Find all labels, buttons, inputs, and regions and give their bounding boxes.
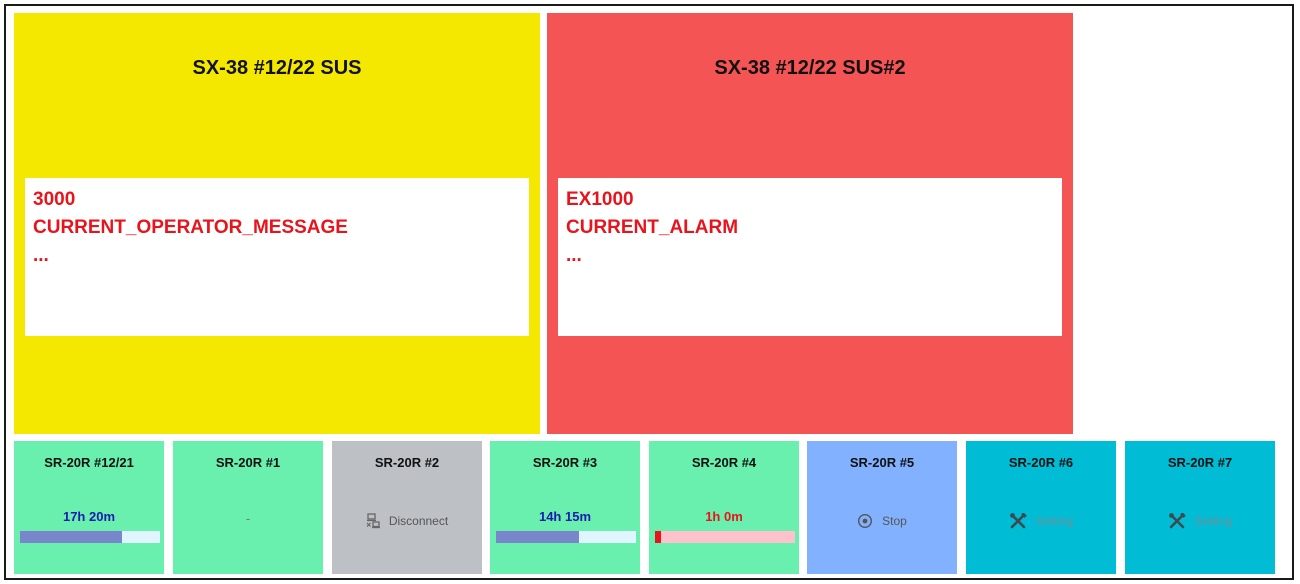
status-line: Setting xyxy=(966,513,1116,529)
tile-name: SR-20R #6 xyxy=(1008,455,1074,470)
machine-tile-5[interactable]: SR-20R #5 Stop xyxy=(807,441,957,574)
status-line: Disconnect xyxy=(332,513,482,529)
message-text: CURRENT_OPERATOR_MESSAGE xyxy=(33,217,348,238)
machine-title: SX-38 #12/22 SUS xyxy=(192,57,362,79)
tile-name: SR-20R #7 xyxy=(1167,455,1233,470)
remaining-time: 1h 0m xyxy=(705,509,743,524)
remaining-time: 17h 20m xyxy=(62,509,116,524)
progress-fill xyxy=(496,531,579,543)
progress-bar xyxy=(655,531,795,543)
progress-bar xyxy=(496,531,636,543)
status-text: Setting xyxy=(1035,514,1074,528)
progress-bar xyxy=(20,531,160,543)
machine-tile-2[interactable]: SR-20R #2 Disconnect xyxy=(332,441,482,574)
message-box: 3000 CURRENT_OPERATOR_MESSAGE ... xyxy=(25,178,529,336)
status-line: Stop xyxy=(807,513,957,529)
machine-panel-main-2[interactable]: SX-38 #12/22 SUS#2 EX1000 CURRENT_ALARM … xyxy=(547,13,1073,434)
status-text: Disconnect xyxy=(388,514,449,528)
tile-name: SR-20R #2 xyxy=(374,455,440,470)
stop-icon xyxy=(857,513,873,529)
tile-name: SR-20R #4 xyxy=(691,455,757,470)
machine-title: SX-38 #12/22 SUS#2 xyxy=(714,57,906,79)
machine-panel-main-1[interactable]: SX-38 #12/22 SUS 3000 CURRENT_OPERATOR_M… xyxy=(14,13,540,434)
tools-icon xyxy=(1009,513,1027,529)
machine-tile-1[interactable]: SR-20R #1 - xyxy=(173,441,323,574)
status-text: Setting xyxy=(1194,514,1233,528)
alarm-text: CURRENT_ALARM xyxy=(566,217,739,238)
machine-tile-0[interactable]: SR-20R #12/21 17h 20m xyxy=(14,441,164,574)
status-line: Setting xyxy=(1125,513,1275,529)
progress-fill xyxy=(655,531,661,543)
progress-fill xyxy=(20,531,123,543)
tile-name: SR-20R #5 xyxy=(849,455,915,470)
alarm-box: EX1000 CURRENT_ALARM ... xyxy=(558,178,1062,336)
remaining-time: 14h 15m xyxy=(538,509,592,524)
machine-tile-7[interactable]: SR-20R #7 Setting xyxy=(1125,441,1275,574)
remaining-time: - xyxy=(245,511,251,526)
tile-name: SR-20R #3 xyxy=(532,455,598,470)
alarm-code: EX1000 xyxy=(566,189,634,210)
message-code: 3000 xyxy=(33,189,76,210)
status-text: Stop xyxy=(882,514,907,528)
tile-name: SR-20R #12/21 xyxy=(44,455,134,470)
machine-tile-6[interactable]: SR-20R #6 Setting xyxy=(966,441,1116,574)
tile-name: SR-20R #1 xyxy=(215,455,281,470)
machine-tile-3[interactable]: SR-20R #3 14h 15m xyxy=(490,441,640,574)
alarm-ellipsis: ... xyxy=(566,245,582,266)
machine-tile-4[interactable]: SR-20R #4 1h 0m xyxy=(649,441,799,574)
tools-icon xyxy=(1168,513,1186,529)
message-ellipsis: ... xyxy=(33,245,49,266)
disconnect-icon xyxy=(366,513,380,529)
